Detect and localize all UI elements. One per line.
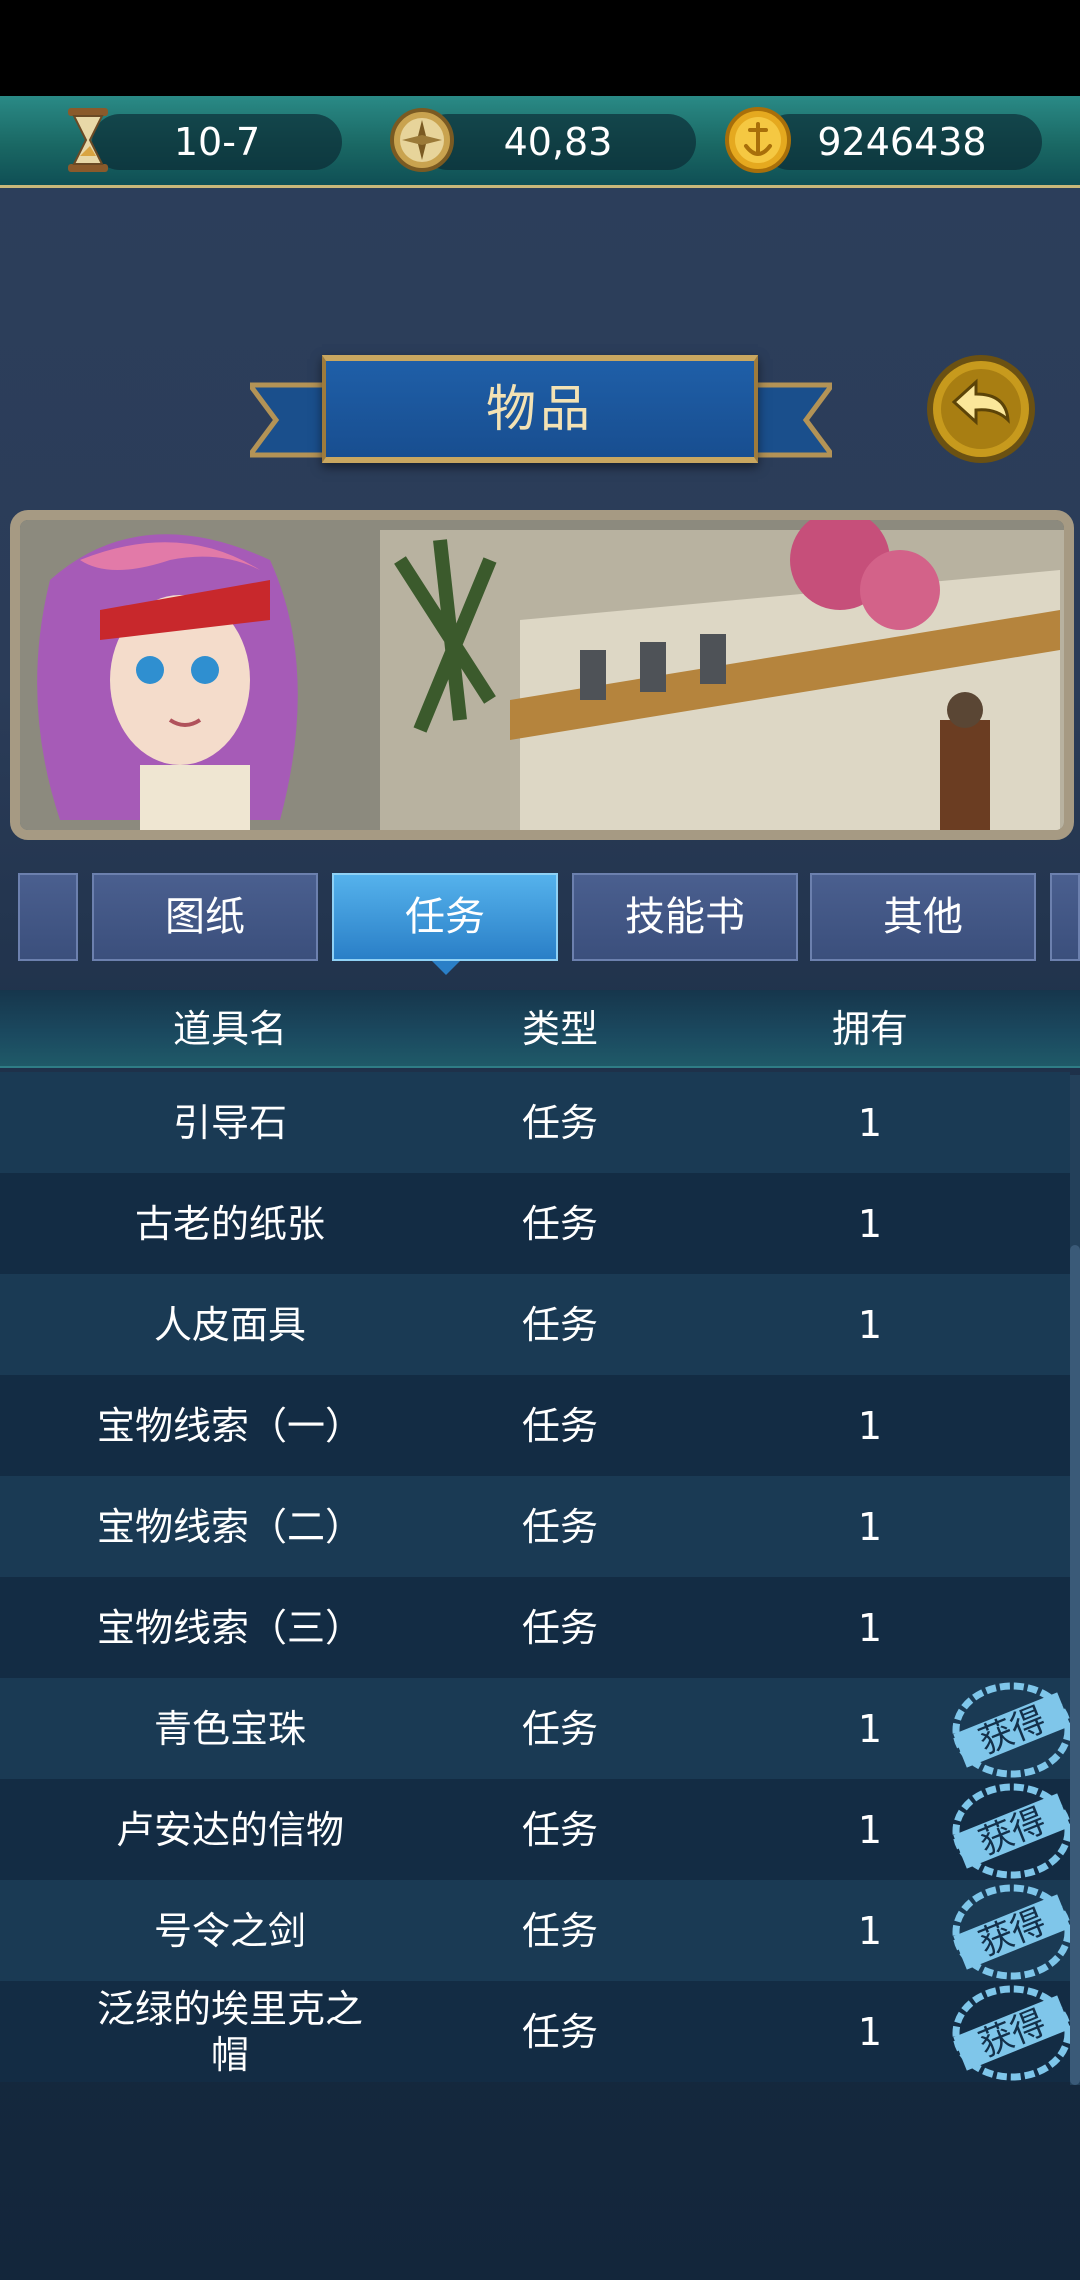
coords-value: 40,83 (503, 120, 613, 164)
item-type: 任务 (521, 1605, 598, 1650)
item-name: 引导石 (172, 1100, 287, 1145)
item-name: 宝物线索（一） (96, 1403, 363, 1448)
table-row[interactable]: 卢安达的信物 任务 1 获得 (0, 1779, 1072, 1880)
stamp-label: 获得 (973, 2003, 1051, 2066)
tab-quest[interactable]: 任务 (332, 873, 558, 961)
table-row[interactable]: 号令之剑 任务 1 获得 (0, 1880, 1072, 1981)
compass-icon (390, 108, 454, 172)
tab-partial-right[interactable] (1050, 873, 1080, 961)
banner-right-tail (752, 382, 832, 458)
title-banner: 物品 (322, 355, 758, 463)
item-type: 任务 (521, 1908, 598, 1953)
page-title: 物品 (486, 380, 594, 438)
item-type: 任务 (521, 1201, 598, 1246)
resource-bar: 10-7 40,83 9246438 (0, 96, 1080, 188)
table-header: 道具名 类型 拥有 (0, 990, 1080, 1068)
banner-left-tail (250, 382, 330, 458)
item-type: 任务 (521, 1807, 598, 1852)
stamp-label: 获得 (973, 1902, 1051, 1965)
character-banner-image (10, 510, 1074, 840)
table-row[interactable]: 宝物线索（三） 任务 1 (0, 1577, 1070, 1678)
time-display: 10-7 (92, 114, 342, 170)
back-arrow-icon[interactable] (924, 352, 1038, 466)
item-name: 古老的纸张 (134, 1201, 325, 1246)
tab-blueprints[interactable]: 图纸 (92, 873, 318, 961)
item-owned-count: 1 (857, 1100, 883, 1145)
obtained-stamp-icon: 获得 (952, 1783, 1072, 1879)
obtained-stamp-icon: 获得 (952, 1884, 1072, 1980)
table-row[interactable]: 人皮面具 任务 1 (0, 1274, 1070, 1375)
tab-partial-left[interactable] (18, 873, 78, 961)
item-name: 宝物线索（二） (96, 1504, 363, 1549)
item-name: 号令之剑 (153, 1908, 306, 1953)
tab-other[interactable]: 其他 (810, 873, 1036, 961)
item-owned-count: 1 (857, 1201, 883, 1246)
item-type: 任务 (521, 1706, 598, 1751)
item-type: 任务 (521, 1100, 598, 1145)
gold-coin-icon (725, 107, 791, 173)
table-row[interactable]: 引导石 任务 1 (0, 1072, 1070, 1173)
item-type: 任务 (521, 2009, 598, 2054)
item-owned-count: 1 (857, 1302, 883, 1347)
item-name: 青色宝珠 (153, 1706, 306, 1751)
item-owned-count: 1 (857, 1605, 883, 1650)
header-type: 类型 (521, 1007, 598, 1051)
tab-skill-books[interactable]: 技能书 (572, 873, 798, 961)
scrollbar-thumb[interactable] (1070, 1245, 1080, 2085)
table-row[interactable]: 宝物线索（一） 任务 1 (0, 1375, 1070, 1476)
time-value: 10-7 (173, 120, 261, 164)
hourglass-icon (68, 108, 108, 172)
game-screen: 10-7 40,83 9246438 物品 图纸 任务 技能书 其他 道具名 类… (0, 0, 1080, 2280)
item-type: 任务 (521, 1504, 598, 1549)
table-row[interactable]: 古老的纸张 任务 1 (0, 1173, 1070, 1274)
item-owned-count: 1 (857, 1504, 883, 1549)
active-tab-indicator (432, 961, 460, 975)
header-item-name: 道具名 (172, 1007, 287, 1051)
gold-value: 9246438 (817, 120, 987, 164)
item-name: 人皮面具 (153, 1302, 306, 1347)
obtained-stamp-icon: 获得 (952, 1985, 1072, 2081)
item-name: 宝物线索（三） (96, 1605, 363, 1650)
item-name: 卢安达的信物 (115, 1807, 344, 1852)
status-bar-area (0, 0, 1080, 96)
item-type: 任务 (521, 1302, 598, 1347)
coords-display: 40,83 (420, 114, 696, 170)
table-row[interactable]: 青色宝珠 任务 1 获得 (0, 1678, 1072, 1779)
header-owned: 拥有 (831, 1007, 908, 1051)
stamp-label: 获得 (973, 1801, 1051, 1864)
table-row[interactable]: 宝物线索（二） 任务 1 (0, 1476, 1070, 1577)
gold-display: 9246438 (762, 114, 1042, 170)
item-owned-count: 1 (857, 1403, 883, 1448)
item-type: 任务 (521, 1403, 598, 1448)
stamp-label: 获得 (973, 1700, 1051, 1763)
table-row[interactable]: 泛绿的埃里克之帽 任务 1 获得 (0, 1981, 1072, 2082)
town-scene (20, 520, 1064, 830)
obtained-stamp-icon: 获得 (952, 1682, 1072, 1778)
item-name: 泛绿的埃里克之帽 (96, 1986, 363, 2077)
